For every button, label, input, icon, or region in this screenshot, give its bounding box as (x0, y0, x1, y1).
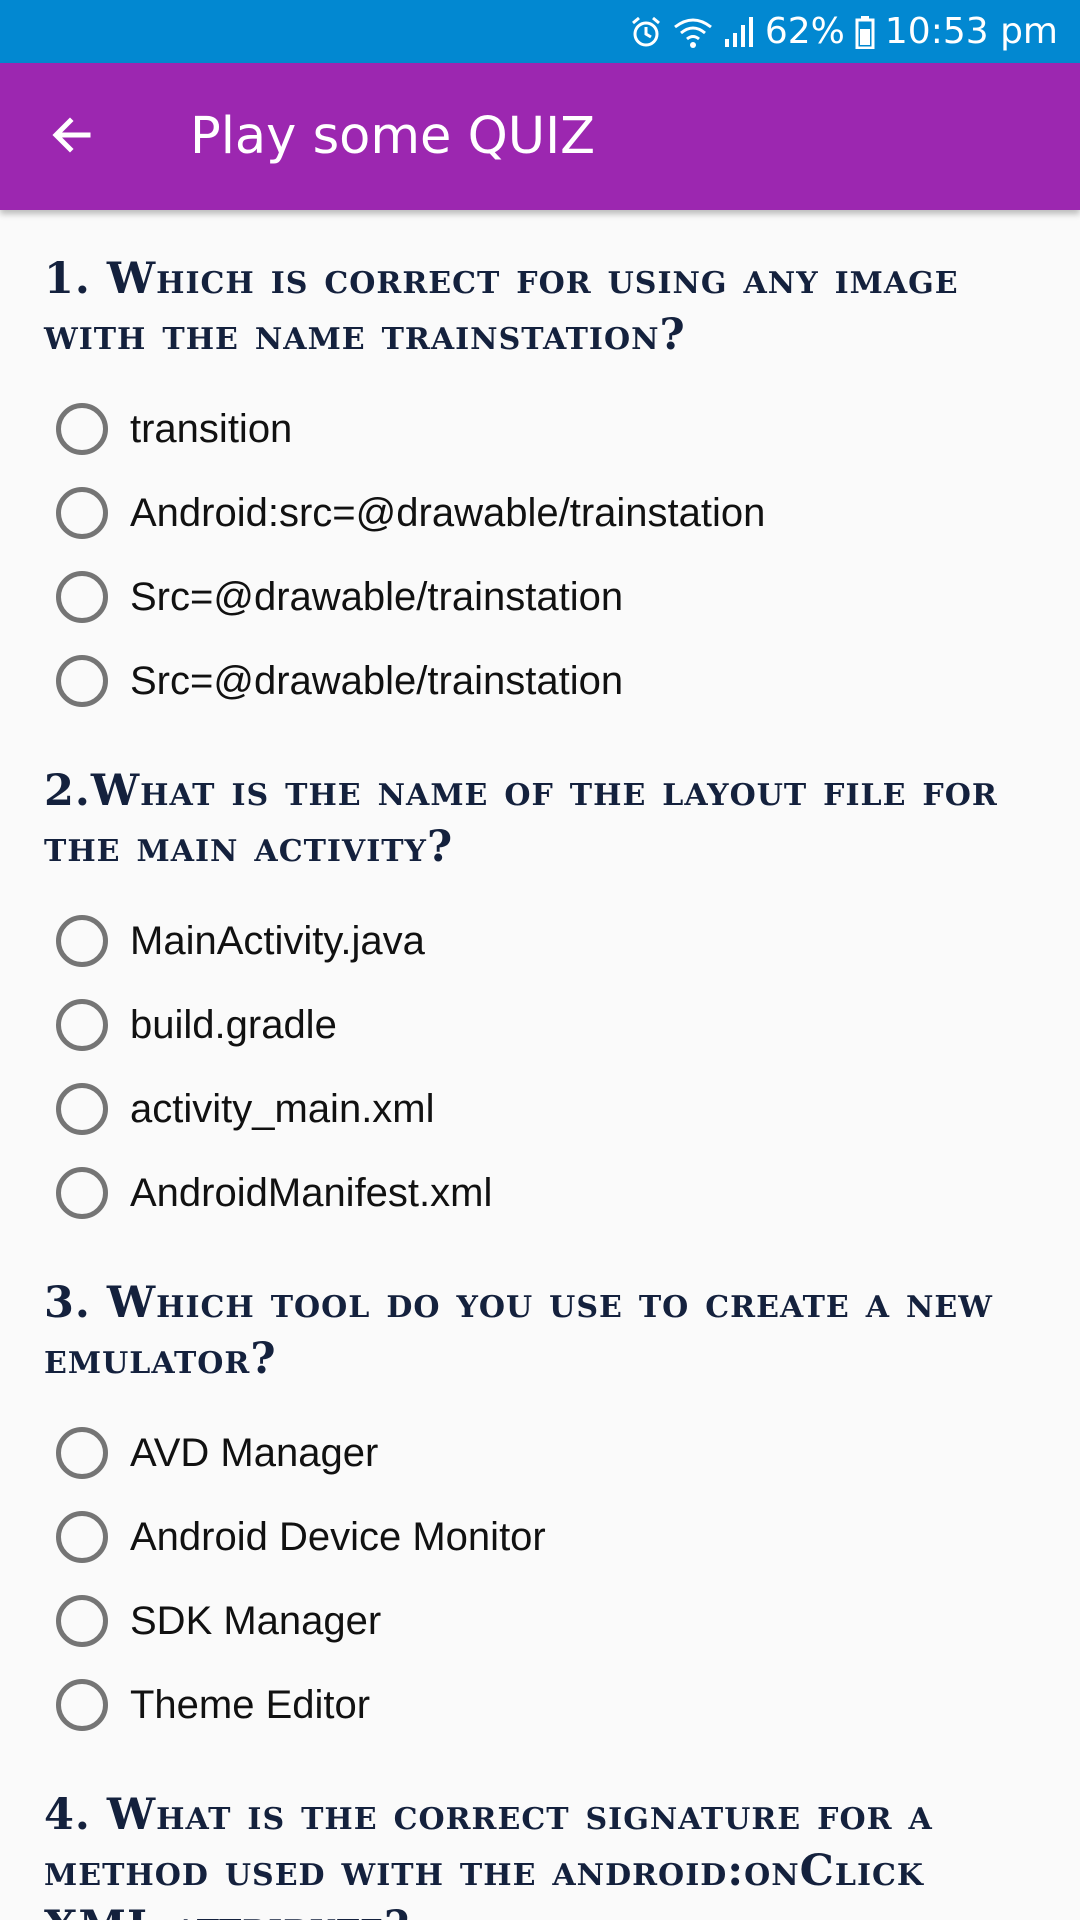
option-label: Src=@drawable/trainstation (130, 574, 624, 619)
question-2-option-4[interactable]: AndroidManifest.xml (56, 1163, 492, 1223)
quiz-list[interactable]: 1. Which is correct for using any image … (0, 210, 1080, 1920)
question-3-text: 3. Which tool do you use to create a new… (44, 1278, 993, 1384)
battery-icon (855, 15, 875, 49)
clock-time: 10:53 pm (884, 11, 1058, 52)
question-2-option-2[interactable]: build.gradle (56, 995, 337, 1055)
question-2-option-3[interactable]: activity_main.xml (56, 1079, 435, 1139)
arrow-left-icon (48, 111, 96, 164)
option-label: Android Device Monitor (130, 1514, 546, 1559)
question-1-option-3[interactable]: Src=@drawable/trainstation (56, 567, 623, 627)
question-1-option-2[interactable]: Android:src=@drawable/trainstation (56, 483, 765, 543)
alarm-icon (629, 15, 663, 49)
option-label: MainActivity.java (130, 918, 425, 963)
radio-button-icon[interactable] (56, 487, 108, 539)
signal-icon (723, 15, 755, 49)
question-3-option-2[interactable]: Android Device Monitor (56, 1507, 546, 1567)
option-label: activity_main.xml (130, 1086, 435, 1131)
radio-button-icon[interactable] (56, 655, 108, 707)
question-2-option-1[interactable]: MainActivity.java (56, 911, 425, 971)
radio-button-icon[interactable] (56, 999, 108, 1051)
radio-button-icon[interactable] (56, 571, 108, 623)
option-label: Android:src=@drawable/trainstation (130, 490, 766, 535)
app-bar: Play some QUIZ (0, 63, 1080, 210)
wifi-icon (673, 15, 713, 49)
option-label: Src=@drawable/trainstation (130, 658, 624, 703)
radio-button-icon[interactable] (56, 915, 108, 967)
radio-button-icon[interactable] (56, 1679, 108, 1731)
question-3-option-4[interactable]: Theme Editor (56, 1675, 370, 1735)
option-label: SDK Manager (130, 1598, 382, 1643)
question-1-option-1[interactable]: transition (56, 399, 292, 459)
question-3-option-1[interactable]: AVD Manager (56, 1423, 378, 1483)
option-label: AndroidManifest.xml (130, 1170, 493, 1215)
battery-percent: 62% (764, 11, 845, 52)
question-2-text: 2.What is the name of the layout file fo… (44, 766, 998, 872)
question-4-text: 4. What is the correct signature for a m… (44, 1790, 933, 1920)
question-1-option-4[interactable]: Src=@drawable/trainstation (56, 651, 623, 711)
radio-button-icon[interactable] (56, 1511, 108, 1563)
radio-button-icon[interactable] (56, 1083, 108, 1135)
option-label: transition (130, 406, 293, 451)
page-title: Play some QUIZ (190, 107, 596, 166)
radio-button-icon[interactable] (56, 1167, 108, 1219)
radio-button-icon[interactable] (56, 1427, 108, 1479)
option-label: Theme Editor (130, 1682, 371, 1727)
back-button[interactable] (42, 107, 102, 167)
radio-button-icon[interactable] (56, 1595, 108, 1647)
option-label: build.gradle (130, 1002, 337, 1047)
question-3-option-3[interactable]: SDK Manager (56, 1591, 381, 1651)
option-label: AVD Manager (130, 1430, 379, 1475)
question-1-text: 1. Which is correct for using any image … (44, 254, 959, 360)
status-bar: 62% 10:53 pm (0, 0, 1080, 63)
radio-button-icon[interactable] (56, 403, 108, 455)
